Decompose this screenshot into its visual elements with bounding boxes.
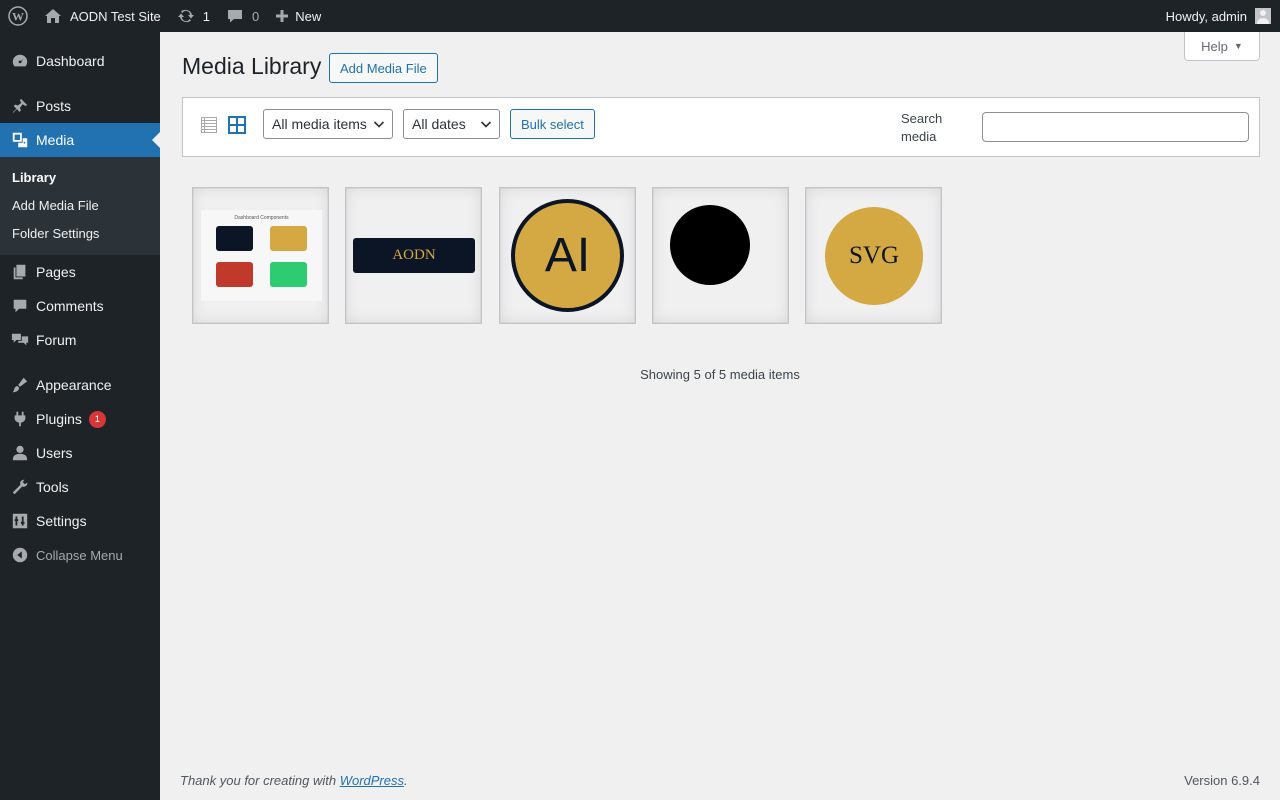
submenu-add-media-file[interactable]: Add Media File xyxy=(0,192,160,220)
menu-label: Posts xyxy=(36,98,72,114)
grid-view-icon[interactable] xyxy=(228,115,246,135)
home-icon xyxy=(45,9,61,23)
help-label: Help xyxy=(1201,38,1228,54)
footer-version: Version 6.9.4 xyxy=(1184,773,1260,788)
user-icon xyxy=(10,443,30,463)
swatch-gold xyxy=(270,226,307,251)
menu-label: Settings xyxy=(36,513,87,529)
thumbnail-black-circle xyxy=(670,205,750,285)
my-account-link[interactable]: Howdy, admin xyxy=(1158,0,1280,32)
date-filter[interactable]: All dates xyxy=(403,109,500,139)
wordpress-logo-icon[interactable]: W xyxy=(0,0,36,32)
menu-label: Forum xyxy=(36,332,77,348)
footer-thanks: Thank you for creating with WordPress. xyxy=(180,773,408,788)
menu-tools[interactable]: Tools xyxy=(0,470,160,504)
help-button[interactable]: Help ▼ xyxy=(1184,32,1260,61)
menu-appearance[interactable]: Appearance xyxy=(0,368,160,402)
greeting: Howdy, admin xyxy=(1165,8,1247,24)
wordpress-link[interactable]: WordPress xyxy=(340,773,404,788)
media-toolbar: All media items All dates Bulk select Se… xyxy=(182,97,1260,157)
updates-count: 1 xyxy=(202,8,211,24)
pin-icon xyxy=(10,96,30,116)
footer-thanks-prefix: Thank you for creating with xyxy=(180,773,340,788)
swatch-navy xyxy=(216,226,253,251)
main-content: Help ▼ Media Library Add Media File All … xyxy=(160,32,1280,800)
thumbnail-dashboard-components: Dashboard Components xyxy=(201,210,322,301)
avatar xyxy=(1255,8,1271,24)
updates-link[interactable]: 1 xyxy=(169,0,218,32)
new-content-link[interactable]: New xyxy=(267,0,329,32)
menu-pages[interactable]: Pages xyxy=(0,255,160,289)
media-item[interactable]: AODN xyxy=(345,187,482,324)
bulk-select-button[interactable]: Bulk select xyxy=(510,109,595,139)
menu-label: Pages xyxy=(36,264,76,280)
site-name-link[interactable]: AODN Test Site xyxy=(36,0,169,32)
collapse-menu-button[interactable]: Collapse Menu xyxy=(0,538,160,572)
plugins-update-badge: 1 xyxy=(88,410,106,428)
media-item[interactable]: AI xyxy=(499,187,636,324)
menu-label: Dashboard xyxy=(36,53,105,69)
menu-label: Plugins xyxy=(36,411,82,427)
menu-comments[interactable]: Comments xyxy=(0,289,160,323)
updates-icon xyxy=(177,9,194,23)
search-media-input[interactable] xyxy=(982,112,1249,142)
menu-media[interactable]: Media xyxy=(0,123,160,157)
media-count-status: Showing 5 of 5 media items xyxy=(640,367,800,382)
add-media-file-button[interactable]: Add Media File xyxy=(329,53,438,83)
brush-icon xyxy=(10,375,30,395)
menu-label: Tools xyxy=(36,479,69,495)
media-item[interactable] xyxy=(652,187,789,324)
site-name: AODN Test Site xyxy=(70,8,161,24)
search-label: Search media xyxy=(901,111,943,144)
menu-label: Users xyxy=(36,445,73,461)
submenu-folder-settings[interactable]: Folder Settings xyxy=(0,220,160,248)
menu-label: Appearance xyxy=(36,377,112,393)
menu-forum[interactable]: Forum xyxy=(0,323,160,357)
dashboard-icon xyxy=(10,51,30,71)
comment-icon xyxy=(228,10,243,23)
thumbnail-svg-badge: SVG xyxy=(825,207,923,305)
menu-plugins[interactable]: Plugins 1 xyxy=(0,402,160,436)
thumbnail-aodn-logo: AODN xyxy=(353,238,475,273)
footer-thanks-suffix: . xyxy=(404,773,408,788)
list-view-icon[interactable] xyxy=(200,115,218,135)
swatch-red xyxy=(216,262,253,287)
wrench-icon xyxy=(10,477,30,497)
comments-link[interactable]: 0 xyxy=(218,0,267,32)
thumbnail-ai-badge: AI xyxy=(511,199,624,312)
menu-label: Media xyxy=(36,132,75,148)
collapse-label: Collapse Menu xyxy=(36,547,123,563)
collapse-icon xyxy=(10,545,30,565)
media-type-filter[interactable]: All media items xyxy=(263,109,393,139)
menu-users[interactable]: Users xyxy=(0,436,160,470)
settings-icon xyxy=(10,511,30,531)
menu-dashboard[interactable]: Dashboard xyxy=(0,44,160,78)
comment-icon xyxy=(10,296,30,316)
menu-posts[interactable]: Posts xyxy=(0,89,160,123)
svg-text:W: W xyxy=(12,10,24,24)
media-type-value: All media items xyxy=(272,116,367,132)
thumbnail-title: Dashboard Components xyxy=(234,215,289,221)
swatch-green xyxy=(270,262,307,287)
comments-count: 0 xyxy=(252,8,260,24)
media-icon xyxy=(10,130,30,150)
plus-icon xyxy=(276,10,289,22)
menu-settings[interactable]: Settings xyxy=(0,504,160,538)
plugin-icon xyxy=(10,409,30,429)
chevron-down-icon xyxy=(373,121,385,128)
menu-label: Comments xyxy=(36,298,104,314)
date-filter-value: All dates xyxy=(412,116,466,132)
admin-menu: Dashboard Posts Media Library Add Media … xyxy=(0,32,160,800)
media-item[interactable]: SVG xyxy=(805,187,942,324)
admin-bar: W AODN Test Site 1 0 New Howdy, admin xyxy=(0,0,1280,32)
caret-down-icon: ▼ xyxy=(1233,41,1243,51)
chevron-down-icon xyxy=(480,121,492,128)
media-submenu: Library Add Media File Folder Settings xyxy=(0,157,160,255)
pages-icon xyxy=(10,262,30,282)
media-item[interactable]: Dashboard Components xyxy=(192,187,329,324)
page-title: Media Library xyxy=(182,53,322,79)
forum-icon xyxy=(10,330,30,350)
submenu-library[interactable]: Library xyxy=(0,164,160,192)
new-label: New xyxy=(295,8,322,24)
